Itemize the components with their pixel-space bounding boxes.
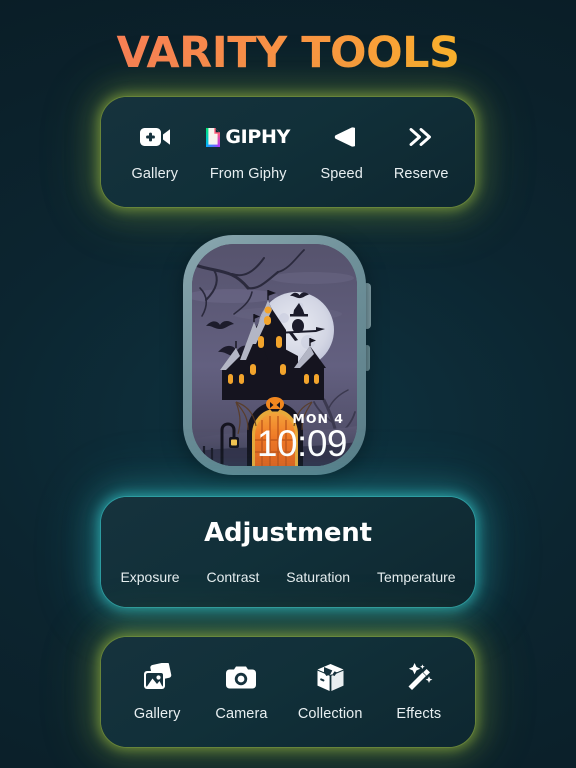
source-item-label: Camera bbox=[215, 706, 268, 722]
tool-item-label: Speed bbox=[320, 166, 363, 182]
tool-item-label: From Giphy bbox=[209, 166, 287, 182]
video-camera-plus-icon bbox=[139, 122, 170, 152]
play-left-triangle-icon bbox=[329, 122, 355, 152]
watch-screen: MON 4 10:09 bbox=[192, 244, 357, 466]
adjustment-option-contrast[interactable]: Contrast bbox=[206, 569, 259, 585]
page-title: VARITY TOOLS bbox=[0, 28, 576, 78]
source-item-label: Effects bbox=[396, 706, 442, 722]
adjustment-option-saturation[interactable]: Saturation bbox=[286, 569, 350, 585]
magic-wand-sparkles-icon bbox=[405, 662, 433, 692]
tool-item-from-giphy[interactable]: GIPHY From Giphy bbox=[206, 122, 290, 182]
app-root: VARITY TOOLS Gallery GIPHY From Giphy Sp… bbox=[0, 0, 576, 768]
tools-item-row: Gallery GIPHY From Giphy Speed Reserve bbox=[101, 97, 475, 207]
tool-item-gallery[interactable]: Gallery bbox=[127, 122, 183, 182]
tool-item-speed[interactable]: Speed bbox=[314, 122, 370, 182]
sources-card: Gallery Camera Collection Effects bbox=[101, 637, 475, 747]
source-item-effects[interactable]: Effects bbox=[391, 662, 447, 722]
camera-icon bbox=[226, 662, 257, 692]
box-package-icon bbox=[316, 662, 345, 692]
giphy-logo-icon: GIPHY bbox=[206, 122, 290, 152]
tool-item-label: Reserve bbox=[393, 166, 449, 182]
source-item-gallery[interactable]: Gallery bbox=[129, 662, 185, 722]
watch-face-time: 10:09 bbox=[256, 423, 348, 464]
source-item-camera[interactable]: Camera bbox=[213, 662, 269, 722]
tools-card: Gallery GIPHY From Giphy Speed Reserve bbox=[101, 97, 475, 207]
source-item-label: Collection bbox=[297, 706, 363, 722]
source-item-collection[interactable]: Collection bbox=[298, 662, 363, 722]
adjustment-options-row: Exposure Contrast Saturation Temperature bbox=[101, 569, 475, 585]
adjustment-option-temperature[interactable]: Temperature bbox=[377, 569, 456, 585]
adjustment-option-exposure[interactable]: Exposure bbox=[120, 569, 179, 585]
watch-preview[interactable]: MON 4 10:09 bbox=[183, 235, 371, 475]
tool-item-label: Gallery bbox=[131, 166, 179, 182]
source-item-label: Gallery bbox=[133, 706, 181, 722]
adjustment-card: Adjustment Exposure Contrast Saturation … bbox=[101, 497, 475, 607]
sources-item-row: Gallery Camera Collection Effects bbox=[101, 637, 475, 747]
giphy-wordmark: GIPHY bbox=[225, 126, 291, 148]
adjustment-title: Adjustment bbox=[204, 518, 372, 548]
photos-stack-icon bbox=[142, 662, 172, 692]
double-chevron-right-icon bbox=[407, 122, 435, 152]
watch-body: MON 4 10:09 bbox=[183, 235, 366, 475]
tool-item-reserve[interactable]: Reserve bbox=[393, 122, 449, 182]
